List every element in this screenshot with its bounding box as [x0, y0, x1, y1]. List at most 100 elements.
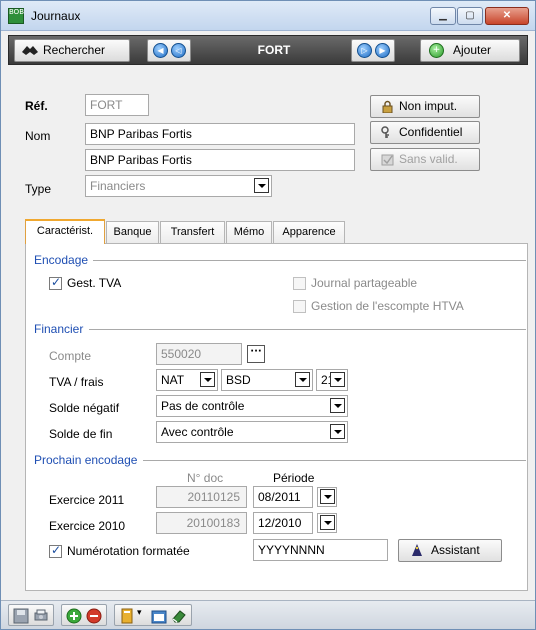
encodage-divider — [93, 260, 526, 261]
exercice-2011-periode-field[interactable]: 08/2011 — [253, 486, 313, 508]
nom-label: Nom — [25, 129, 51, 143]
compte-browse-button[interactable]: ··· — [247, 345, 265, 363]
chevron-down-icon[interactable] — [330, 372, 345, 387]
lock-icon — [382, 100, 393, 113]
save-icon[interactable] — [13, 608, 29, 624]
record-title: FORT — [257, 43, 291, 57]
escompte-label: Gestion de l'escompte HTVA — [311, 299, 464, 313]
search-button[interactable]: Rechercher — [14, 39, 130, 62]
tab-transfert[interactable]: Transfert — [160, 221, 225, 243]
sans-valid-button[interactable]: Sans valid. — [370, 148, 480, 171]
prochain-divider — [143, 460, 526, 461]
close-button[interactable]: ✕ — [485, 7, 529, 25]
dropdown-arrow-icon[interactable]: ▾ — [137, 608, 142, 618]
numerotation-label: Numérotation formatée — [67, 544, 190, 558]
next-record-icon[interactable]: ▷ — [357, 43, 372, 58]
solde-fin-select[interactable]: Avec contrôle — [156, 421, 348, 443]
exercice-2010-label: Exercice 2010 — [49, 519, 126, 533]
chevron-down-icon[interactable] — [330, 398, 345, 413]
prochain-section-title: Prochain encodage — [34, 453, 138, 467]
assistant-button[interactable]: Assistant — [398, 539, 502, 562]
periode-column-header: Période — [273, 471, 315, 485]
previous-record-icon[interactable]: ◁ — [171, 43, 186, 58]
escompte-checkbox[interactable] — [293, 300, 306, 313]
tab-memo[interactable]: Mémo — [226, 221, 272, 243]
chevron-down-icon[interactable] — [330, 424, 345, 439]
chevron-down-icon[interactable] — [254, 178, 269, 193]
chevron-down-icon[interactable] — [200, 372, 215, 387]
frais-select[interactable]: BSD — [221, 369, 313, 391]
type-select[interactable]: Financiers — [85, 175, 272, 197]
confidentiel-button[interactable]: Confidentiel — [370, 121, 480, 144]
tab-banque[interactable]: Banque — [106, 221, 159, 243]
format-field[interactable]: YYYYNNNN — [253, 539, 388, 561]
binoculars-icon — [22, 46, 38, 55]
save-print-group — [8, 604, 54, 626]
tools-group: ▾ — [114, 604, 192, 626]
sans-valid-label: Sans valid. — [399, 152, 458, 166]
chevron-down-icon[interactable] — [320, 515, 335, 530]
exercice-2010-periode-dropdown[interactable] — [317, 513, 337, 533]
solde-negatif-select[interactable]: Pas de contrôle — [156, 395, 348, 417]
maximize-button[interactable]: ▢ — [457, 7, 483, 25]
exercice-2010-periode-field[interactable]: 12/2010 — [253, 512, 313, 534]
assistant-label: Assistant — [431, 543, 480, 557]
chevron-down-icon[interactable] — [320, 489, 335, 504]
top-toolbar: Rechercher ◀ ◁ FORT ▷ ▶ + Ajouter — [8, 35, 528, 65]
solde-fin-value: Avec contrôle — [161, 425, 234, 439]
nav-first-prev-group: ◀ ◁ — [147, 39, 191, 62]
folder-icon[interactable] — [119, 608, 135, 624]
exercice-2010-ndoc-field[interactable]: 20100183 — [156, 512, 247, 534]
first-record-icon[interactable]: ◀ — [153, 43, 168, 58]
journal-partageable-checkbox[interactable] — [293, 277, 306, 290]
gest-tva-label: Gest. TVA — [67, 276, 122, 290]
type-label: Type — [25, 182, 52, 196]
exercice-2011-periode-dropdown[interactable] — [317, 487, 337, 507]
ref-label: Réf. — [25, 99, 48, 113]
encodage-section-title: Encodage — [34, 253, 89, 267]
tab-caracterist[interactable]: Caractérist. — [25, 219, 105, 244]
type-select-value: Financiers — [90, 179, 146, 193]
solde-negatif-value: Pas de contrôle — [161, 399, 245, 413]
title-bar: BOB Journaux ▁ ▢ ✕ — [1, 1, 535, 31]
financier-divider — [89, 329, 526, 330]
last-record-icon[interactable]: ▶ — [375, 43, 390, 58]
add-button-label: Ajouter — [453, 43, 492, 57]
eraser-icon[interactable] — [171, 608, 187, 624]
tva-code-select[interactable]: NAT — [156, 369, 218, 391]
delete-record-icon[interactable] — [86, 608, 102, 624]
calendar-icon[interactable] — [151, 608, 167, 624]
exercice-2011-label: Exercice 2011 — [49, 493, 125, 507]
numerotation-checkbox[interactable] — [49, 543, 62, 558]
add-icon: + — [429, 43, 444, 58]
gest-tva-checkbox[interactable] — [49, 275, 62, 290]
bottom-toolbar: ▾ — [1, 600, 535, 629]
exercice-2011-ndoc-field[interactable]: 20110125 — [156, 486, 247, 508]
print-icon[interactable] — [33, 608, 49, 624]
add-record-icon[interactable] — [66, 608, 82, 624]
ndoc-column-header: N° doc — [187, 471, 224, 485]
validation-icon — [381, 154, 394, 166]
add-delete-group — [61, 604, 107, 626]
minimize-button[interactable]: ▁ — [430, 7, 456, 25]
wizard-icon — [412, 544, 422, 556]
solde-fin-label: Solde de fin — [49, 427, 113, 441]
add-button[interactable]: + Ajouter — [420, 39, 520, 62]
compte-label: Compte — [49, 349, 92, 363]
taux-select[interactable]: 21 — [316, 369, 348, 391]
search-button-label: Rechercher — [43, 43, 106, 57]
tab-apparence[interactable]: Apparence — [273, 221, 345, 243]
chevron-down-icon[interactable] — [295, 372, 310, 387]
financier-section-title: Financier — [34, 322, 84, 336]
frais-value: BSD — [226, 373, 251, 387]
nom-field-2[interactable]: BNP Paribas Fortis — [85, 149, 355, 171]
non-imput-button[interactable]: Non imput. — [370, 95, 480, 118]
solde-negatif-label: Solde négatif — [49, 401, 120, 415]
window-title: Journaux — [31, 9, 81, 23]
compte-field[interactable]: 550020 — [156, 343, 242, 365]
journal-partageable-label: Journal partageable — [311, 276, 418, 290]
nom-field-1[interactable]: BNP Paribas Fortis — [85, 123, 355, 145]
app-logo-icon: BOB — [8, 8, 24, 24]
journaux-window: BOB Journaux ▁ ▢ ✕ Rechercher ◀ ◁ FORT ▷… — [0, 0, 536, 630]
ref-field[interactable]: FORT — [85, 94, 149, 116]
